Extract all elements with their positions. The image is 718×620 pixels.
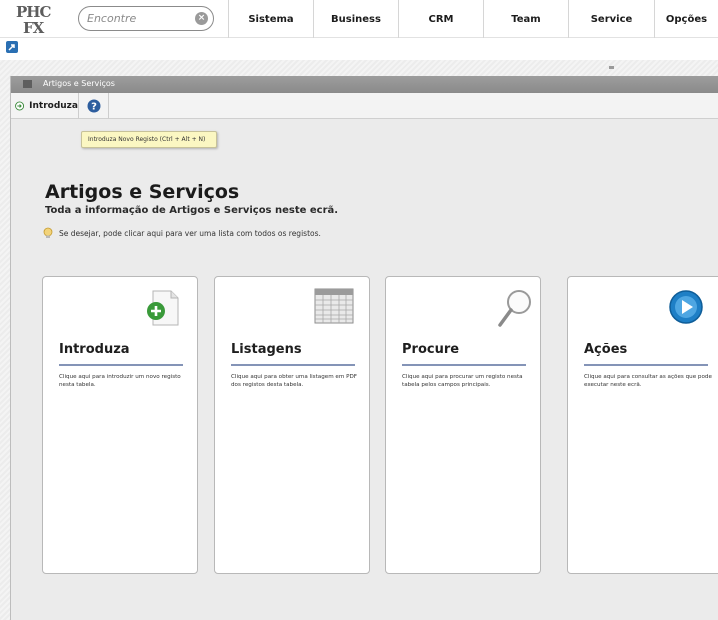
nav-item-service[interactable]: Service [568, 0, 654, 38]
window-toolbar: Introduza ? [11, 93, 718, 119]
card-description: Clique aqui para introduzir um novo regi… [59, 374, 181, 388]
svg-text:?: ? [91, 102, 97, 113]
nav-item-opcoes[interactable]: Opções [654, 0, 718, 38]
play-icon [666, 287, 706, 331]
list-all-link[interactable]: Se desejar, pode clicar aqui para ver um… [41, 226, 321, 240]
magnifier-icon [494, 287, 534, 335]
svg-text:FX: FX [23, 19, 45, 36]
enter-icon [15, 101, 25, 111]
list-all-text: Se desejar, pode clicar aqui para ver um… [59, 228, 321, 238]
help-button[interactable]: ? [79, 93, 109, 119]
page-title: Artigos e Serviços [45, 181, 240, 203]
card-divider [584, 364, 708, 366]
introduza-toolbar-button[interactable]: Introduza [11, 93, 79, 119]
spreadsheet-icon [313, 287, 355, 329]
help-icon: ? [87, 99, 100, 113]
introduza-toolbar-label: Introduza [29, 101, 78, 111]
back-arrow-icon[interactable] [6, 41, 18, 53]
logo-mark: PHC FX [14, 3, 58, 37]
tooltip: Introduza Novo Registo (Ctrl + Alt + N) [81, 131, 217, 148]
card-listagens[interactable]: Listagens Clique aqui para obter uma lis… [214, 276, 370, 574]
card-title: Procure [402, 342, 460, 357]
logo[interactable]: PHC FX [14, 2, 58, 37]
new-document-icon [143, 287, 181, 331]
card-title: Ações [584, 342, 628, 357]
nav-item-business[interactable]: Business [313, 0, 398, 38]
clear-search-icon[interactable]: × [195, 12, 208, 25]
card-divider [402, 364, 526, 366]
card-procure[interactable]: Procure Clique aqui para procurar um reg… [385, 276, 541, 574]
card-description: Clique aqui para consultar as ações que … [584, 374, 712, 388]
card-divider [59, 364, 183, 366]
window-title-bar: Artigos e Serviços [11, 76, 718, 93]
card-title: Introduza [59, 342, 130, 357]
main-nav: Sistema Business CRM Team Service Opções [228, 0, 718, 38]
nav-item-sistema[interactable]: Sistema [228, 0, 313, 38]
nav-item-team[interactable]: Team [483, 0, 568, 38]
artigos-window: Artigos e Serviços Introduza ? Introduza… [10, 76, 718, 620]
top-bar: PHC FX × Sistema Business CRM Team Servi… [0, 0, 718, 38]
search-input[interactable] [87, 10, 193, 27]
card-title: Listagens [231, 342, 302, 357]
card-description: Clique aqui para procurar um registo nes… [402, 374, 523, 388]
nav-item-crm[interactable]: CRM [398, 0, 483, 38]
card-description: Clique aqui para obter uma listagem em P… [231, 374, 357, 388]
page-subtitle: Toda a informação de Artigos e Serviços … [45, 205, 339, 216]
search-box[interactable]: × [78, 6, 214, 31]
card-introduza[interactable]: Introduza Clique aqui para introduzir um… [42, 276, 198, 574]
collapse-handle-icon[interactable] [609, 66, 614, 69]
window-title: Artigos e Serviços [43, 79, 115, 88]
window-flag-icon [23, 80, 32, 88]
lightbulb-icon [43, 227, 53, 238]
card-divider [231, 364, 355, 366]
card-acoes[interactable]: Ações Clique aqui para consultar as açõe… [567, 276, 718, 574]
